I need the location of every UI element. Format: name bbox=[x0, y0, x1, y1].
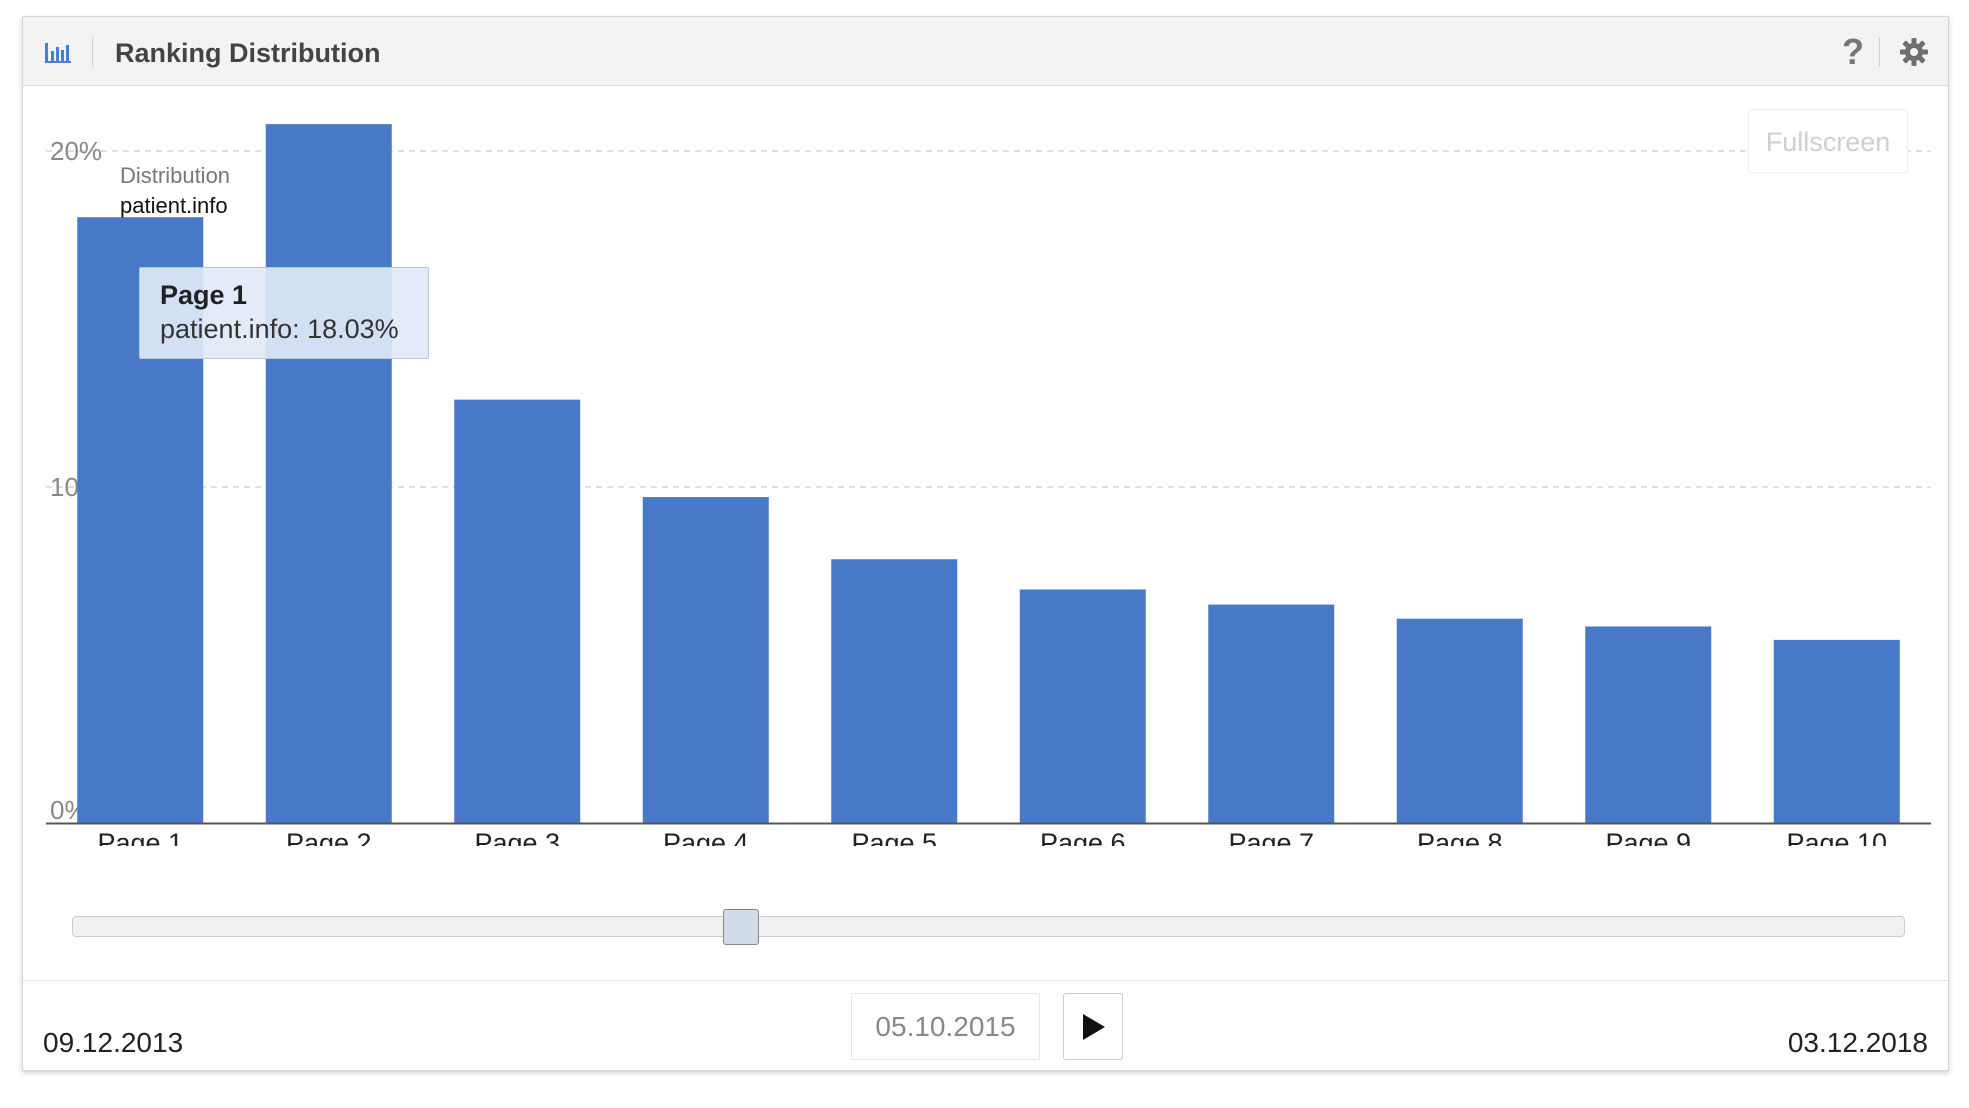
timeline-slider-track[interactable] bbox=[72, 916, 1905, 937]
bar-chart: 0%10%20% Page 1 Page 2 Page 3 Page 4 Page 5P… bbox=[46, 124, 1931, 846]
bar[interactable] bbox=[1396, 618, 1523, 823]
x-tick-label: Page 1 bbox=[97, 828, 183, 846]
panel-header: Ranking Distribution ? bbox=[23, 17, 1948, 86]
tooltip-title: Page 1 bbox=[160, 280, 248, 310]
x-tick-label: Page 8 bbox=[1417, 828, 1503, 846]
timeline-end-date: 03.12.2018 bbox=[1787, 1027, 1928, 1058]
legend-title: Distribution bbox=[120, 163, 230, 188]
tooltip-value: patient.info: 18.03% bbox=[160, 314, 399, 344]
header-divider bbox=[92, 37, 93, 67]
timeline-slider-handle[interactable] bbox=[723, 909, 760, 945]
gear-icon[interactable] bbox=[1898, 36, 1930, 68]
x-tick-label: Page 2 bbox=[286, 828, 372, 846]
bar[interactable] bbox=[265, 124, 392, 823]
bar[interactable] bbox=[831, 559, 958, 823]
fullscreen-button[interactable]: Fullscreen bbox=[1748, 109, 1908, 173]
bar[interactable] bbox=[1773, 639, 1900, 823]
bar[interactable] bbox=[454, 399, 581, 823]
y-tick-label: 20% bbox=[50, 136, 102, 166]
bar-tooltip: Page 1 patient.info: 18.03% bbox=[139, 267, 429, 359]
bar-chart-icon bbox=[43, 37, 73, 67]
header-divider-right bbox=[1879, 37, 1880, 67]
x-tick-label: Page 6 bbox=[1040, 828, 1126, 846]
x-tick-label: Page 9 bbox=[1605, 828, 1691, 846]
x-tick-label: Page 4 bbox=[663, 828, 749, 846]
legend-series-name: patient.info bbox=[120, 193, 228, 218]
ranking-distribution-panel: Ranking Distribution ? 0% 10% 20% Page 1… bbox=[22, 16, 1949, 1071]
play-button[interactable] bbox=[1063, 993, 1123, 1060]
x-tick-label: Page 3 bbox=[474, 828, 560, 846]
x-tick-label: Page 5 bbox=[851, 828, 937, 846]
timeline-start-date: 09.12.2013 bbox=[43, 1027, 184, 1058]
chart-area: 0% 10% 20% Page 1 Page 2 Page 3 Page 4 Page 5P… bbox=[23, 86, 1948, 846]
bar[interactable] bbox=[1585, 626, 1712, 823]
x-tick-label: Page 7 bbox=[1228, 828, 1314, 846]
timeline-current-date: 05.10.2015 bbox=[851, 993, 1040, 1060]
panel-title: Ranking Distribution bbox=[115, 38, 381, 68]
bar[interactable] bbox=[1208, 604, 1335, 823]
play-icon bbox=[1083, 1014, 1105, 1040]
help-button[interactable]: ? bbox=[1842, 33, 1864, 71]
bar[interactable] bbox=[1019, 589, 1146, 823]
bar[interactable] bbox=[642, 497, 769, 823]
x-tick-label: Page 10 bbox=[1786, 828, 1887, 846]
